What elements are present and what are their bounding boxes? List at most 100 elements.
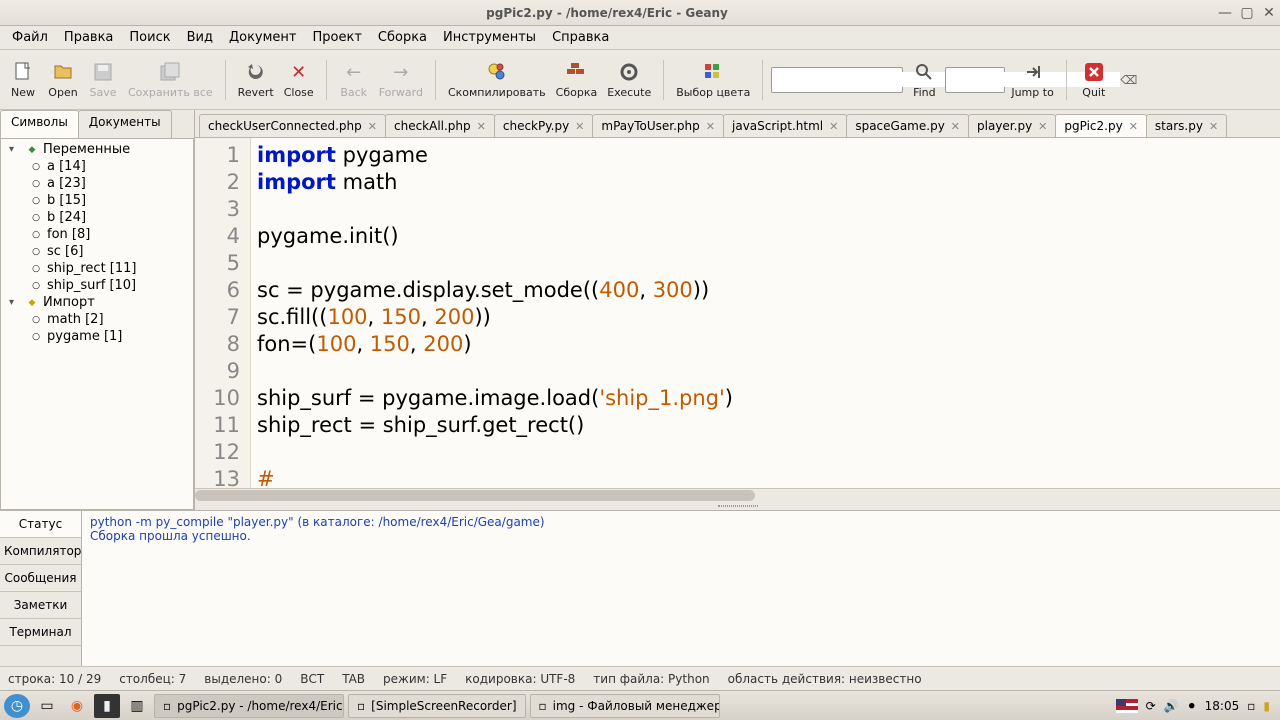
status-ins[interactable]: ВСТ: [300, 672, 324, 686]
close-icon: ✕: [287, 60, 311, 84]
tab-close-icon[interactable]: ✕: [829, 120, 838, 133]
symbol-row[interactable]: ○ship_rect [11]: [1, 260, 193, 277]
file-tab[interactable]: player.py✕: [968, 114, 1056, 137]
bottom-tab-компилятор[interactable]: Компилятор: [0, 538, 81, 565]
variable-icon: ○: [29, 160, 43, 174]
keyboard-layout-icon[interactable]: [1116, 699, 1138, 713]
code-editor[interactable]: 12345678910111213 import pygameimport ma…: [195, 138, 1280, 488]
menu-инструменты[interactable]: Инструменты: [435, 28, 544, 47]
network-icon[interactable]: ⚫: [1187, 699, 1197, 713]
file-tab[interactable]: spaceGame.py✕: [846, 114, 969, 137]
maximize-button[interactable]: ▢: [1236, 3, 1258, 23]
volume-icon[interactable]: 🔊: [1164, 699, 1179, 713]
filemanager-launcher[interactable]: ▥: [124, 694, 150, 718]
taskbar-item[interactable]: ▫[SimpleScreenRecorder]: [348, 694, 526, 718]
find-input[interactable]: ⌫: [771, 67, 903, 93]
messages-content[interactable]: python -m py_compile "player.py" (в ката…: [82, 511, 1280, 666]
sidebar: Символы Документы ▾◆Переменные○a [14]○a …: [0, 110, 195, 510]
tab-close-icon[interactable]: ✕: [951, 120, 960, 133]
jumpto-input[interactable]: ⌫: [945, 67, 1005, 93]
jumpto-button[interactable]: Jump to: [1007, 53, 1057, 107]
horizontal-scrollbar[interactable]: [195, 488, 1280, 502]
close-button[interactable]: ✕ Close: [280, 53, 318, 107]
code-content[interactable]: import pygameimport math pygame.init() s…: [251, 138, 1280, 488]
menu-поиск[interactable]: Поиск: [121, 28, 178, 47]
file-tab[interactable]: pgPic2.py✕: [1055, 114, 1147, 137]
colorpicker-button[interactable]: Выбор цвета: [672, 53, 754, 107]
menu-проект[interactable]: Проект: [305, 28, 370, 47]
file-tab[interactable]: checkAll.php✕: [385, 114, 495, 137]
status-tab[interactable]: TAB: [342, 672, 365, 686]
panel-grip[interactable]: [195, 502, 1280, 510]
menu-сборка[interactable]: Сборка: [370, 28, 435, 47]
menu-правка[interactable]: Правка: [56, 28, 121, 47]
close-window-button[interactable]: ✕: [1258, 3, 1280, 23]
sidebar-tab-documents[interactable]: Документы: [78, 110, 172, 138]
save-all-button[interactable]: Сохранить все: [124, 53, 217, 107]
quit-button[interactable]: Quit: [1075, 53, 1113, 107]
bottom-tab-терминал[interactable]: Терминал: [0, 619, 81, 646]
search-icon: [912, 60, 936, 84]
symbol-row[interactable]: ○fon [8]: [1, 226, 193, 243]
file-tab[interactable]: javaScript.html✕: [723, 114, 847, 137]
tab-close-icon[interactable]: ✕: [575, 120, 584, 133]
taskbar-item[interactable]: ▫img - Файловый менеджер: [530, 694, 720, 718]
status-filetype[interactable]: тип файла: Python: [593, 672, 709, 686]
back-button[interactable]: ← Back: [335, 53, 373, 107]
menu-файл[interactable]: Файл: [4, 28, 56, 47]
tab-close-icon[interactable]: ✕: [368, 120, 377, 133]
tray-item-icon[interactable]: ▮: [1263, 699, 1270, 713]
tab-close-icon[interactable]: ✕: [477, 120, 486, 133]
updates-icon[interactable]: ⟳: [1146, 699, 1156, 713]
file-tab[interactable]: stars.py✕: [1146, 114, 1227, 137]
sidebar-tab-symbols[interactable]: Символы: [0, 110, 79, 138]
minimize-button[interactable]: —: [1214, 3, 1236, 23]
taskbar-item[interactable]: ▫pgPic2.py - /home/rex4/Eric -...: [154, 694, 344, 718]
status-encoding[interactable]: кодировка: UTF-8: [465, 672, 575, 686]
menu-вид[interactable]: Вид: [179, 28, 221, 47]
show-desktop-button[interactable]: ▭: [34, 694, 60, 718]
start-menu-button[interactable]: ◷: [4, 694, 30, 718]
save-icon: [91, 60, 115, 84]
new-button[interactable]: New: [4, 53, 42, 107]
execute-button[interactable]: Execute: [603, 53, 655, 107]
tab-close-icon[interactable]: ✕: [1209, 120, 1218, 133]
symbol-row[interactable]: ○b [24]: [1, 209, 193, 226]
forward-icon: →: [389, 60, 413, 84]
symbol-row[interactable]: ○math [2]: [1, 311, 193, 328]
symbol-row[interactable]: ▾◆Импорт: [1, 294, 193, 311]
symbol-row[interactable]: ▾◆Переменные: [1, 141, 193, 158]
clock[interactable]: 18:05: [1205, 699, 1240, 713]
symbol-row[interactable]: ○a [14]: [1, 158, 193, 175]
menu-справка[interactable]: Справка: [544, 28, 617, 47]
symbol-row[interactable]: ○a [23]: [1, 175, 193, 192]
revert-button[interactable]: Revert: [234, 53, 278, 107]
symbol-row[interactable]: ○sc [6]: [1, 243, 193, 260]
symbol-tree[interactable]: ▾◆Переменные○a [14]○a [23]○b [15]○b [24]…: [0, 138, 194, 510]
menubar: ФайлПравкаПоискВидДокументПроектСборкаИн…: [0, 26, 1280, 50]
symbol-row[interactable]: ○pygame [1]: [1, 328, 193, 345]
forward-button[interactable]: → Forward: [375, 53, 427, 107]
bottom-tab-заметки[interactable]: Заметки: [0, 592, 81, 619]
file-tab[interactable]: checkUserConnected.php✕: [199, 114, 386, 137]
clear-jumpto-icon[interactable]: ⌫: [1120, 73, 1137, 87]
terminal-launcher[interactable]: ▮: [94, 694, 120, 718]
tray-item-icon[interactable]: ▫: [1247, 699, 1255, 713]
bottom-tab-статус[interactable]: Статус: [0, 511, 81, 538]
tab-close-icon[interactable]: ✕: [1129, 120, 1138, 133]
menu-документ[interactable]: Документ: [221, 28, 305, 47]
file-tab[interactable]: checkPy.py✕: [494, 114, 594, 137]
symbol-row[interactable]: ○b [15]: [1, 192, 193, 209]
save-button[interactable]: Save: [84, 53, 122, 107]
tab-close-icon[interactable]: ✕: [1038, 120, 1047, 133]
compile-button[interactable]: Скомпилировать: [444, 53, 550, 107]
build-button[interactable]: Сборка: [552, 53, 602, 107]
bottom-tab-сообщения[interactable]: Сообщения: [0, 565, 81, 592]
file-tab[interactable]: mPayToUser.php✕: [592, 114, 724, 137]
tab-close-icon[interactable]: ✕: [706, 120, 715, 133]
open-button[interactable]: Open: [44, 53, 82, 107]
firefox-launcher[interactable]: ◉: [64, 694, 90, 718]
status-mode[interactable]: режим: LF: [383, 672, 447, 686]
find-button[interactable]: Find: [905, 53, 943, 107]
symbol-row[interactable]: ○ship_surf [10]: [1, 277, 193, 294]
